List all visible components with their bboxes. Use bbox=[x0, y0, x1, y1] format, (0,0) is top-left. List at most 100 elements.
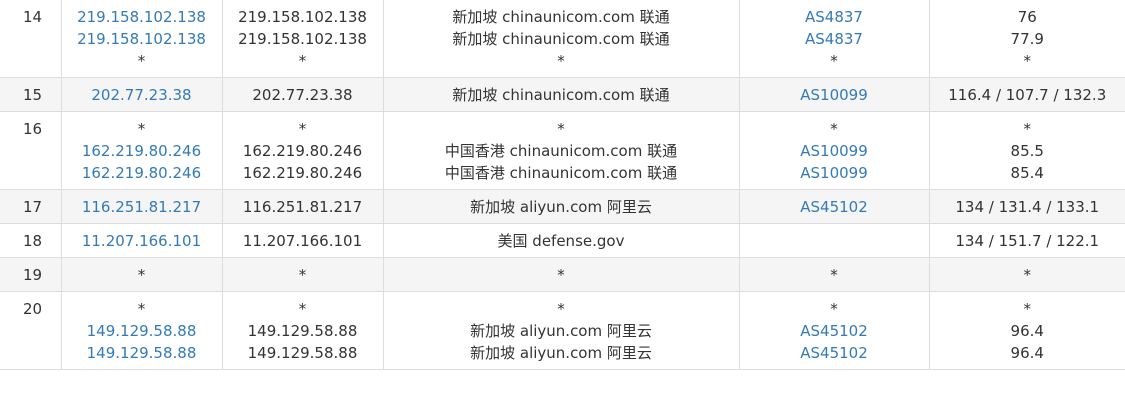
table-row: 17 116.251.81.217 116.251.81.217 新加坡 aliyun… bbox=[0, 189, 1125, 224]
hop-latency: * bbox=[1023, 266, 1032, 284]
hop-number: 17 bbox=[0, 189, 62, 224]
hop-number: 16 bbox=[0, 111, 62, 190]
hop-ip-link-cell: * bbox=[60, 257, 223, 292]
hop-ip: * bbox=[298, 52, 307, 70]
hop-ip-cell: 202.77.23.38 bbox=[221, 77, 384, 112]
hop-latency: * bbox=[1023, 52, 1032, 70]
hop-asn[interactable]: AS45102 bbox=[744, 320, 925, 342]
hop-location-cell: * bbox=[382, 257, 740, 292]
hop-asn: * bbox=[830, 300, 838, 318]
hop-number: 20 bbox=[0, 291, 62, 370]
hop-ip-link[interactable]: 149.129.58.88 bbox=[66, 320, 218, 342]
table-row: 18 11.207.166.101 11.207.166.101 美国 defense… bbox=[0, 223, 1125, 258]
hop-ip: 202.77.23.38 bbox=[252, 86, 353, 104]
hop-ip-cell: * 149.129.58.88 149.129.58.88 bbox=[221, 291, 384, 370]
hop-latency: 77.9 bbox=[1010, 30, 1044, 48]
hop-asn bbox=[744, 230, 925, 252]
hop-asn: * bbox=[830, 120, 838, 138]
hop-latency-cell: * bbox=[928, 257, 1125, 292]
hop-ip-cell: * bbox=[221, 257, 384, 292]
hop-ip-link: * bbox=[137, 52, 146, 70]
hop-ip-link[interactable]: 11.207.166.101 bbox=[66, 230, 218, 252]
hop-ip-link-cell: 11.207.166.101 bbox=[60, 223, 223, 258]
hop-ip-link[interactable]: 116.251.81.217 bbox=[66, 196, 218, 218]
hop-ip-cell: 116.251.81.217 bbox=[221, 189, 384, 224]
hop-location: 新加坡 aliyun.com 阿里云 bbox=[470, 322, 652, 340]
table-row: 20 * 149.129.58.88 149.129.58.88 * 149.129.58… bbox=[0, 291, 1125, 370]
hop-latency: 76 bbox=[1017, 8, 1037, 26]
table-row: 14 219.158.102.138 219.158.102.138 * 219.158… bbox=[0, 0, 1125, 78]
hop-asn[interactable]: AS4837 bbox=[744, 28, 925, 50]
hop-ip-link: * bbox=[137, 266, 146, 284]
hop-location-cell: * 新加坡 aliyun.com 阿里云 新加坡 aliyun.com 阿里云 bbox=[382, 291, 740, 370]
hop-location: 新加坡 chinaunicom.com 联通 bbox=[452, 8, 670, 26]
hop-location: * bbox=[557, 120, 565, 138]
hop-asn-cell: * AS45102 AS45102 bbox=[738, 291, 930, 370]
hop-asn: * bbox=[830, 52, 838, 70]
table-row: 19 * * * * * bbox=[0, 257, 1125, 292]
hop-location-cell: 新加坡 chinaunicom.com 联通 bbox=[382, 77, 740, 112]
hop-latency: 134 / 151.7 / 122.1 bbox=[955, 232, 1100, 250]
hop-number: 15 bbox=[0, 77, 62, 112]
hop-location-cell: 美国 defense.gov bbox=[382, 223, 740, 258]
hop-location: 美国 defense.gov bbox=[497, 232, 625, 250]
hop-ip-link-cell: 116.251.81.217 bbox=[60, 189, 223, 224]
hop-asn[interactable]: AS4837 bbox=[744, 6, 925, 28]
hop-latency: * bbox=[1023, 120, 1032, 138]
hop-ip: 162.219.80.246 bbox=[242, 164, 363, 182]
hop-ip: 11.207.166.101 bbox=[242, 232, 363, 250]
table-row: 16 * 162.219.80.246 162.219.80.246 * 162.219.… bbox=[0, 111, 1125, 190]
hop-latency-cell: * 85.5 85.4 bbox=[928, 111, 1125, 190]
hop-asn-cell: AS45102 bbox=[738, 189, 930, 224]
hop-ip-cell: 219.158.102.138 219.158.102.138 * bbox=[221, 0, 384, 78]
hop-location: * bbox=[557, 52, 565, 70]
hop-ip-cell: * 162.219.80.246 162.219.80.246 bbox=[221, 111, 384, 190]
hop-ip-link[interactable]: 162.219.80.246 bbox=[66, 140, 218, 162]
hop-latency: 85.5 bbox=[1010, 142, 1044, 160]
hop-latency-cell: 134 / 131.4 / 133.1 bbox=[928, 189, 1125, 224]
hop-asn[interactable]: AS45102 bbox=[744, 342, 925, 364]
hop-ip-link-cell: * 162.219.80.246 162.219.80.246 bbox=[60, 111, 223, 190]
hop-number: 14 bbox=[0, 0, 62, 78]
hop-latency: 96.4 bbox=[1010, 344, 1044, 362]
hop-ip: 162.219.80.246 bbox=[242, 142, 363, 160]
hop-ip-link[interactable]: 219.158.102.138 bbox=[66, 28, 218, 50]
traceroute-table-body: 14 219.158.102.138 219.158.102.138 * 219.158… bbox=[0, 0, 1125, 370]
hop-asn[interactable]: AS10099 bbox=[744, 84, 925, 106]
hop-location-cell: 新加坡 aliyun.com 阿里云 bbox=[382, 189, 740, 224]
hop-latency: 85.4 bbox=[1010, 164, 1044, 182]
hop-location: 新加坡 aliyun.com 阿里云 bbox=[470, 344, 652, 362]
hop-ip-link-cell: 202.77.23.38 bbox=[60, 77, 223, 112]
hop-location-cell: * 中国香港 chinaunicom.com 联通 中国香港 chinaunicom… bbox=[382, 111, 740, 190]
hop-ip: * bbox=[298, 300, 307, 318]
hop-asn-cell: * bbox=[738, 257, 930, 292]
hop-ip-link[interactable]: 202.77.23.38 bbox=[66, 84, 218, 106]
hop-location: 中国香港 chinaunicom.com 联通 bbox=[444, 164, 678, 182]
hop-location: 新加坡 chinaunicom.com 联通 bbox=[452, 30, 670, 48]
hop-ip-link[interactable]: 149.129.58.88 bbox=[66, 342, 218, 364]
hop-ip: * bbox=[298, 120, 307, 138]
hop-asn[interactable]: AS45102 bbox=[744, 196, 925, 218]
hop-asn[interactable]: AS10099 bbox=[744, 162, 925, 184]
hop-ip-link[interactable]: 219.158.102.138 bbox=[66, 6, 218, 28]
hop-asn: * bbox=[830, 266, 838, 284]
hop-latency-cell: 116.4 / 107.7 / 132.3 bbox=[928, 77, 1125, 112]
hop-latency: 96.4 bbox=[1010, 322, 1044, 340]
table-row: 15 202.77.23.38 202.77.23.38 新加坡 chinaunico… bbox=[0, 77, 1125, 112]
hop-asn[interactable]: AS10099 bbox=[744, 140, 925, 162]
hop-ip-link[interactable]: 162.219.80.246 bbox=[66, 162, 218, 184]
hop-latency: 134 / 131.4 / 133.1 bbox=[955, 198, 1100, 216]
hop-latency-cell: 134 / 151.7 / 122.1 bbox=[928, 223, 1125, 258]
hop-location: 中国香港 chinaunicom.com 联通 bbox=[444, 142, 678, 160]
hop-latency: 116.4 / 107.7 / 132.3 bbox=[948, 86, 1107, 104]
hop-ip-link: * bbox=[137, 300, 146, 318]
hop-location: * bbox=[557, 266, 565, 284]
hop-location: 新加坡 chinaunicom.com 联通 bbox=[452, 86, 670, 104]
hop-ip: 149.129.58.88 bbox=[247, 344, 358, 362]
hop-asn-cell: AS10099 bbox=[738, 77, 930, 112]
hop-ip-link-cell: 219.158.102.138 219.158.102.138 * bbox=[60, 0, 223, 78]
hop-asn-cell bbox=[738, 223, 930, 258]
hop-ip: 219.158.102.138 bbox=[238, 8, 367, 26]
hop-location: * bbox=[557, 300, 565, 318]
hop-asn-cell: AS4837 AS4837 * bbox=[738, 0, 930, 78]
